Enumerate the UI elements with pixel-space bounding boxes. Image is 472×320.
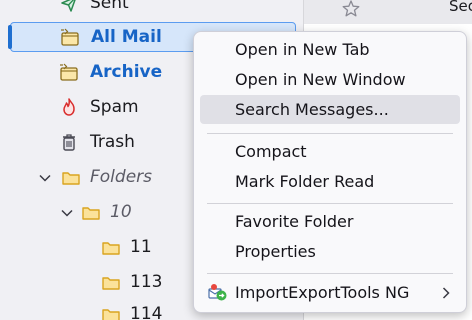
- menu-label: Open in New Tab: [235, 40, 370, 59]
- folder-label-spam: Spam: [90, 97, 139, 117]
- chevron-down-icon[interactable]: [60, 206, 74, 220]
- menu-item-favorite-folder[interactable]: Favorite Folder: [200, 207, 460, 236]
- menu-label: Mark Folder Read: [235, 172, 375, 191]
- menu-separator: [207, 273, 453, 274]
- sent-icon: [59, 0, 79, 14]
- folder-item-sent[interactable]: Sent: [10, 0, 296, 19]
- archive-icon: [59, 62, 79, 82]
- folder-label-10: 10: [110, 202, 132, 222]
- menu-label: Search Messages...: [235, 100, 389, 119]
- menu-label: Open in New Window: [235, 70, 406, 89]
- chevron-down-icon[interactable]: [38, 171, 52, 185]
- folder-context-menu: Open in New Tab Open in New Window Searc…: [193, 31, 467, 313]
- menu-label: Properties: [235, 242, 316, 261]
- chevron-right-icon: [440, 285, 452, 299]
- trash-icon: [59, 132, 79, 152]
- all-mail-icon: [60, 27, 80, 47]
- message-sender: Sec: [449, 0, 472, 15]
- folder-icon: [101, 238, 121, 258]
- folder-icon: [61, 168, 81, 188]
- menu-label: Compact: [235, 142, 307, 161]
- message-row[interactable]: Sec: [304, 0, 472, 24]
- folder-label-11: 11: [130, 237, 152, 257]
- folder-label-114: 114: [130, 304, 163, 320]
- folder-label-folders: Folders: [90, 167, 152, 187]
- menu-item-open-new-tab[interactable]: Open in New Tab: [200, 35, 460, 64]
- menu-item-open-new-window[interactable]: Open in New Window: [200, 65, 460, 94]
- folder-label-all-mail: All Mail: [91, 27, 162, 47]
- folder-label-sent: Sent: [90, 0, 129, 13]
- menu-separator: [207, 203, 453, 204]
- folder-icon: [81, 203, 101, 223]
- folder-icon: [101, 273, 121, 293]
- spam-fire-icon: [59, 97, 79, 117]
- menu-item-properties[interactable]: Properties: [200, 237, 460, 266]
- menu-label: Favorite Folder: [235, 212, 354, 231]
- folder-label-113: 113: [130, 272, 163, 292]
- thunderbird-window: Sent All Mail Archive Spam Trash Folders…: [0, 0, 472, 320]
- folder-label-trash: Trash: [90, 132, 135, 152]
- menu-separator: [207, 133, 453, 134]
- menu-item-importexporttools[interactable]: ImportExportTools NG: [200, 278, 460, 307]
- import-export-addon-icon: [208, 283, 228, 303]
- menu-item-mark-folder-read[interactable]: Mark Folder Read: [200, 167, 460, 196]
- menu-item-compact[interactable]: Compact: [200, 137, 460, 166]
- folder-icon: [101, 305, 121, 320]
- star-icon[interactable]: [341, 0, 361, 19]
- menu-label: ImportExportTools NG: [235, 283, 410, 302]
- menu-item-search-messages[interactable]: Search Messages...: [200, 95, 460, 124]
- folder-label-archive: Archive: [90, 62, 163, 82]
